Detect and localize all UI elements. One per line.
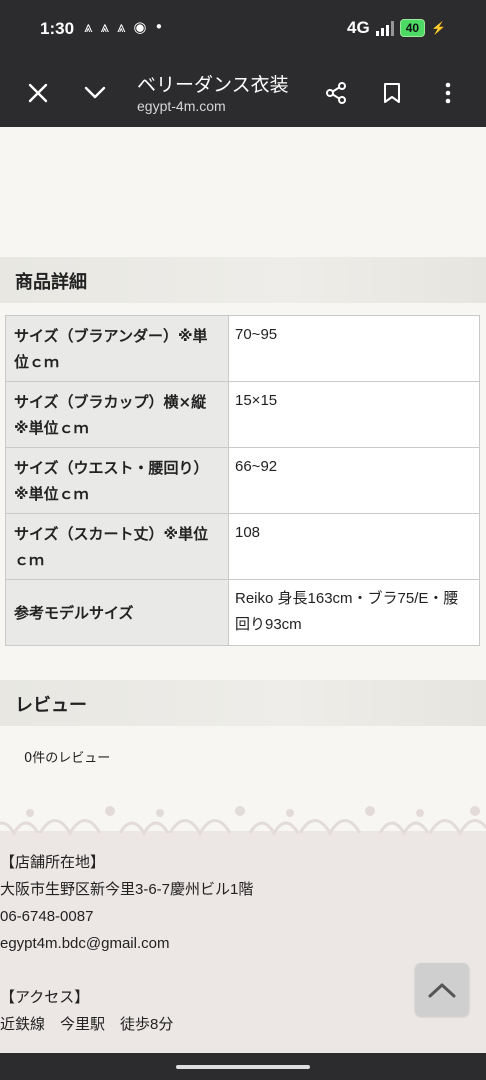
row-value: 15×15 xyxy=(228,381,480,448)
browser-toolbar: ベリーダンス衣装 egypt-4m.com xyxy=(0,58,486,127)
table-row: サイズ（ブラアンダー）※単位ｃｍ 70~95 xyxy=(5,315,480,382)
access-line: 近鉄線 今里駅 徒歩8分 xyxy=(0,1016,174,1033)
row-value: 108 xyxy=(228,513,480,580)
row-label: サイズ（スカート丈）※単位ｃｍ xyxy=(5,513,229,580)
page-url[interactable]: egypt-4m.com xyxy=(137,98,226,114)
row-label: サイズ（ウエスト・腰回り）※単位ｃｍ xyxy=(5,447,229,514)
section-heading-reviews: レビュー xyxy=(0,680,486,726)
store-address: 大阪市生野区新今里3-6-7慶州ビル1階 xyxy=(0,881,254,898)
close-icon[interactable] xyxy=(23,78,53,108)
section-heading-details: 商品詳細 xyxy=(0,257,486,303)
notification-icon: ⩓ xyxy=(100,18,109,36)
status-bar: 1:30 ⩓ ⩓ ⩓ ◉ • 4G 40 ⚡ xyxy=(0,0,486,58)
signal-icon xyxy=(375,20,394,36)
chevron-down-icon[interactable] xyxy=(80,78,110,108)
table-row: サイズ（ウエスト・腰回り）※単位ｃｍ 66~92 xyxy=(5,447,480,514)
bookmark-icon[interactable] xyxy=(377,78,407,108)
status-right: 4G 40 ⚡ xyxy=(347,18,446,38)
table-row: サイズ（ブラカップ）横×縦※単位ｃｍ 15×15 xyxy=(5,381,480,448)
charging-icon: ⚡ xyxy=(431,21,446,35)
scroll-to-top-button[interactable] xyxy=(415,963,469,1016)
status-time: 1:30 xyxy=(40,19,75,38)
share-icon[interactable] xyxy=(321,78,351,108)
product-details-table: サイズ（ブラアンダー）※単位ｃｍ 70~95 サイズ（ブラカップ）横×縦※単位ｃ… xyxy=(5,315,480,646)
system-nav-bar xyxy=(0,1053,486,1080)
store-heading: 【店舗所在地】 xyxy=(0,854,106,871)
dot-icon: • xyxy=(154,18,164,36)
notification-icon: ⩓ xyxy=(116,18,126,36)
row-value: 70~95 xyxy=(228,315,480,382)
chrome-icon: ◉ xyxy=(133,18,147,36)
access-heading: 【アクセス】 xyxy=(0,989,90,1006)
row-value: Reiko 身長163cm・ブラ75/E・腰回り93cm xyxy=(228,579,480,646)
home-gesture-handle[interactable] xyxy=(176,1065,310,1069)
table-row: サイズ（スカート丈）※単位ｃｍ 108 xyxy=(5,513,480,580)
review-count: 0件のレビュー xyxy=(24,751,111,766)
notification-icon: ⩓ xyxy=(84,18,93,36)
battery-icon: 40 xyxy=(399,19,426,37)
page-title: ベリーダンス衣装 xyxy=(137,74,289,96)
chevron-up-icon xyxy=(428,983,456,997)
store-email[interactable]: egypt4m.bdc@gmail.com xyxy=(0,930,486,957)
more-options-icon[interactable] xyxy=(433,78,463,108)
store-phone[interactable]: 06-6748-0087 xyxy=(0,903,486,930)
network-type: 4G xyxy=(347,18,370,37)
decorative-border xyxy=(0,806,486,843)
notification-icons: ⩓ ⩓ ⩓ ◉ • xyxy=(84,18,163,36)
row-label: 参考モデルサイズ xyxy=(5,579,229,646)
store-info-footer: 【店舗所在地】 大阪市生野区新今里3-6-7慶州ビル1階 06-6748-008… xyxy=(0,843,486,1053)
page-content: 商品詳細 サイズ（ブラアンダー）※単位ｃｍ 70~95 サイズ（ブラカップ）横×… xyxy=(0,127,486,1053)
row-label: サイズ（ブラカップ）横×縦※単位ｃｍ xyxy=(5,381,229,448)
row-label: サイズ（ブラアンダー）※単位ｃｍ xyxy=(5,315,229,382)
row-value: 66~92 xyxy=(228,447,480,514)
table-row: 参考モデルサイズ Reiko 身長163cm・ブラ75/E・腰回り93cm xyxy=(5,579,480,646)
